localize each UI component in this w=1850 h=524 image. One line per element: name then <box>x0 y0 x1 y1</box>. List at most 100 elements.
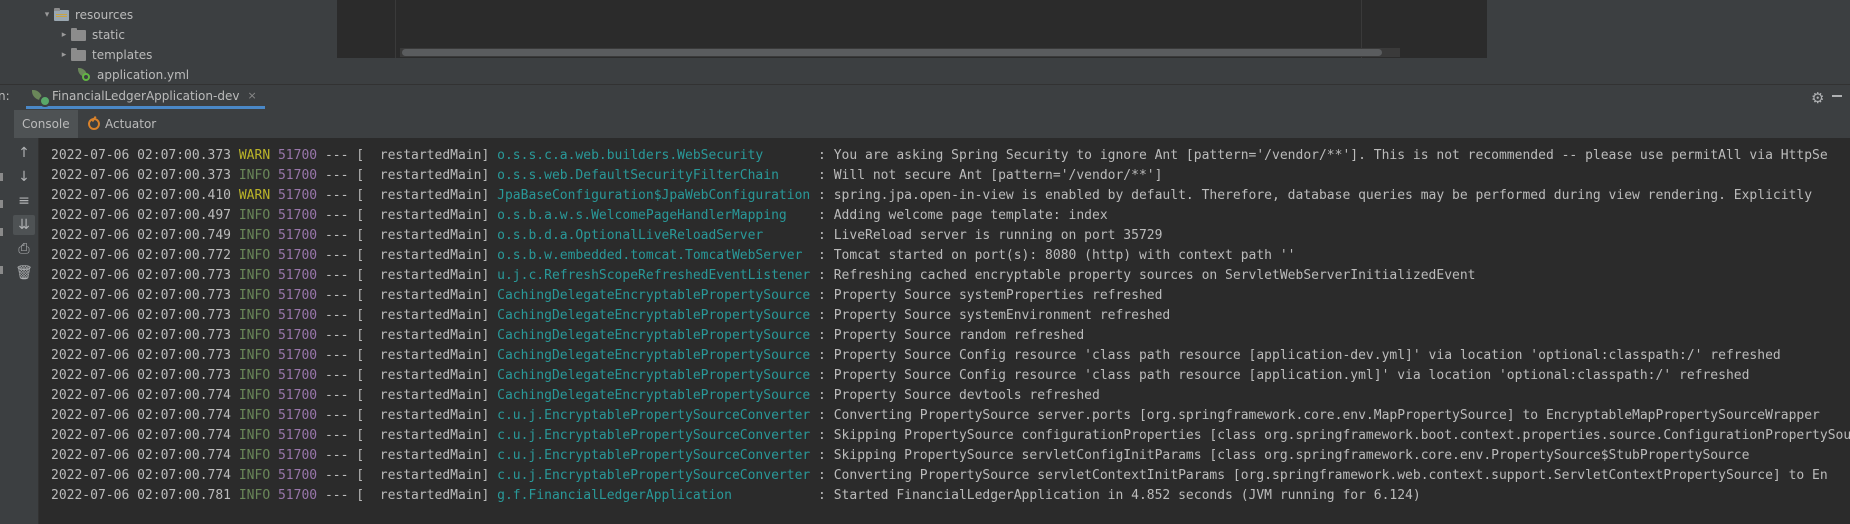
log-timestamp: 2022-07-06 02:07:00.410 <box>51 188 232 203</box>
right-panel <box>1487 0 1850 84</box>
tree-item-label: static <box>92 28 125 42</box>
trash-icon[interactable]: 🗑 <box>13 263 35 283</box>
log-pid: 51700 <box>277 348 318 363</box>
run-config-tab[interactable]: FinancialLedgerApplication-dev × <box>26 85 265 109</box>
tree-item-label: resources <box>75 8 134 22</box>
log-timestamp: 2022-07-06 02:07:00.773 <box>51 368 232 383</box>
log-thread: restartedMain] <box>364 268 490 283</box>
minimize-icon[interactable] <box>1832 95 1842 97</box>
log-level: INFO <box>238 208 271 223</box>
down-arrow-icon[interactable]: ↓ <box>13 167 35 187</box>
log-separator: --- [ <box>317 308 365 323</box>
log-logger: o.s.s.c.a.web.builders.WebSecurity <box>489 148 811 163</box>
log-pid: 51700 <box>277 148 318 163</box>
log-message: : Property Source devtools refreshed <box>810 388 1100 403</box>
log-thread: restartedMain] <box>364 328 490 343</box>
log-logger: u.j.c.RefreshScopeRefreshedEventListener <box>489 268 811 283</box>
log-pid: 51700 <box>277 228 318 243</box>
tab-console[interactable]: Console <box>14 110 78 138</box>
tree-item-label: application.yml <box>97 68 190 82</box>
log-message: : Converting PropertySource server.ports… <box>810 408 1820 423</box>
scrollbar-thumb[interactable] <box>402 49 1382 56</box>
log-pid: 51700 <box>277 408 318 423</box>
log-line: 2022-07-06 02:07:00.774 INFO 51700 --- [… <box>51 446 1749 466</box>
log-pid: 51700 <box>277 168 318 183</box>
log-line: 2022-07-06 02:07:00.497 INFO 51700 --- [… <box>51 206 1108 226</box>
log-separator: --- [ <box>317 188 365 203</box>
log-line: 2022-07-06 02:07:00.781 INFO 51700 --- [… <box>51 486 1421 506</box>
log-message: : Adding welcome page template: index <box>810 208 1108 223</box>
chevron-right-icon[interactable]: ▸ <box>57 30 71 40</box>
soft-wrap-icon[interactable]: ≡ <box>13 191 35 211</box>
tab-actuator[interactable]: Actuator <box>88 110 156 138</box>
log-thread: restartedMain] <box>364 468 490 483</box>
tree-item-application-yml[interactable]: application.yml <box>77 65 189 84</box>
log-pid: 51700 <box>277 288 318 303</box>
log-timestamp: 2022-07-06 02:07:00.773 <box>51 328 232 343</box>
resources-folder-icon <box>54 7 69 21</box>
up-arrow-icon[interactable]: ↑ <box>13 143 35 163</box>
log-pid: 51700 <box>277 368 318 383</box>
log-thread: restartedMain] <box>364 148 490 163</box>
log-logger: o.s.b.d.a.OptionalLiveReloadServer <box>489 228 811 243</box>
close-icon[interactable]: × <box>247 89 256 102</box>
run-tab-title: FinancialLedgerApplication-dev <box>52 88 240 103</box>
tab-actuator-label: Actuator <box>105 117 157 131</box>
log-thread: restartedMain] <box>364 208 490 223</box>
print-icon[interactable]: ⎙ <box>13 239 35 259</box>
log-line: 2022-07-06 02:07:00.773 INFO 51700 --- [… <box>51 286 1162 306</box>
log-timestamp: 2022-07-06 02:07:00.749 <box>51 228 232 243</box>
log-thread: restartedMain] <box>364 488 490 503</box>
log-timestamp: 2022-07-06 02:07:00.781 <box>51 488 232 503</box>
chevron-right-icon[interactable]: ▸ <box>57 50 71 60</box>
tree-item-static[interactable]: ▸ static <box>57 25 125 45</box>
log-message: : Property Source Config resource 'class… <box>810 348 1781 363</box>
chevron-down-icon[interactable]: ▾ <box>40 10 54 20</box>
log-line: 2022-07-06 02:07:00.774 INFO 51700 --- [… <box>51 386 1100 406</box>
log-logger: c.u.j.EncryptablePropertySourceConverter <box>489 468 811 483</box>
log-logger: CachingDelegateEncryptablePropertySource <box>489 388 811 403</box>
log-thread: restartedMain] <box>364 308 490 323</box>
folder-icon <box>71 27 86 41</box>
log-timestamp: 2022-07-06 02:07:00.773 <box>51 268 232 283</box>
log-timestamp: 2022-07-06 02:07:00.497 <box>51 208 232 223</box>
log-pid: 51700 <box>277 308 318 323</box>
log-separator: --- [ <box>317 348 365 363</box>
log-message: : Skipping PropertySource servletConfigI… <box>810 448 1750 463</box>
log-separator: --- [ <box>317 288 365 303</box>
log-pid: 51700 <box>277 248 318 263</box>
log-level: INFO <box>238 408 271 423</box>
tree-item-resources[interactable]: ▾ resources <box>40 5 133 25</box>
log-separator: --- [ <box>317 428 365 443</box>
log-message: : You are asking Spring Security to igno… <box>810 148 1828 163</box>
log-message: : spring.jpa.open-in-view is enabled by … <box>810 188 1813 203</box>
log-pid: 51700 <box>277 328 318 343</box>
log-level: INFO <box>238 468 271 483</box>
log-pid: 51700 <box>277 388 318 403</box>
tree-item-templates[interactable]: ▸ templates <box>57 45 152 65</box>
gear-icon[interactable]: ⚙ <box>1811 89 1824 107</box>
log-line: 2022-07-06 02:07:00.774 INFO 51700 --- [… <box>51 426 1850 446</box>
log-thread: restartedMain] <box>364 228 490 243</box>
log-level: INFO <box>238 308 271 323</box>
scroll-to-end-icon[interactable]: ⇊ <box>13 215 35 235</box>
tab-console-label: Console <box>22 117 70 131</box>
log-line-partial <box>739 138 1439 139</box>
log-message: : Property Source systemProperties refre… <box>810 288 1163 303</box>
log-line: 2022-07-06 02:07:00.773 INFO 51700 --- [… <box>51 346 1781 366</box>
console-output[interactable]: 2022-07-06 02:07:00.373 WARN 51700 --- [… <box>39 138 1850 524</box>
log-logger: CachingDelegateEncryptablePropertySource <box>489 328 811 343</box>
log-pid: 51700 <box>277 188 318 203</box>
log-level: INFO <box>238 248 271 263</box>
log-pid: 51700 <box>277 448 318 463</box>
strip-mark <box>0 173 3 181</box>
log-separator: --- [ <box>317 448 365 463</box>
log-message: : Converting PropertySource servletConte… <box>810 468 1828 483</box>
top-area: ▾ resources ▸ static ▸ templates applica… <box>0 0 1850 84</box>
log-line: 2022-07-06 02:07:00.772 INFO 51700 --- [… <box>51 246 1296 266</box>
log-separator: --- [ <box>317 168 365 183</box>
log-thread: restartedMain] <box>364 188 490 203</box>
log-logger: JpaBaseConfiguration$JpaWebConfiguration <box>489 188 811 203</box>
log-message: : Tomcat started on port(s): 8080 (http)… <box>810 248 1296 263</box>
log-line: 2022-07-06 02:07:00.410 WARN 51700 --- [… <box>51 186 1812 206</box>
